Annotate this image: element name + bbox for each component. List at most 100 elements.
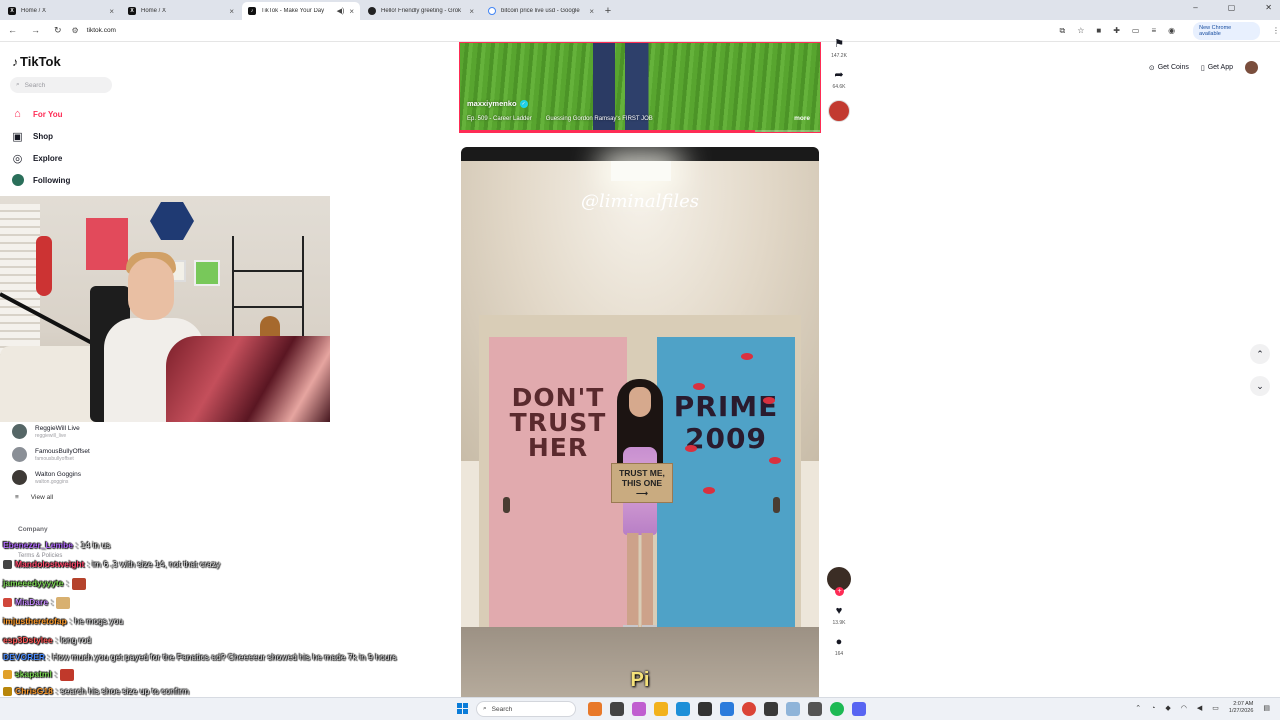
taskbar-search-placeholder: Search — [491, 705, 513, 713]
right-arrow-icon: ⟶ — [635, 488, 649, 498]
follow-plus-icon[interactable]: + — [835, 587, 844, 596]
battery-icon[interactable]: ▭ — [1212, 704, 1219, 712]
header-actions: ⊙ Get Coins ▯ Get App — [1149, 61, 1258, 74]
next-video-button[interactable]: ⌄ — [1250, 376, 1270, 396]
tiktok-logo[interactable]: ♪ TikTok — [12, 54, 61, 69]
sidebar-item-explore[interactable]: ◎ Explore — [11, 147, 70, 169]
browser-tab-google[interactable]: bitcoin price live usd - Google × — [482, 2, 600, 20]
sidebar-item-shop[interactable]: ▣ Shop — [11, 125, 70, 147]
more-button[interactable]: more — [794, 115, 810, 122]
share-count: 64.6K — [832, 84, 846, 90]
save-action[interactable]: ⚑ 147.2K — [826, 38, 852, 69]
windows-taskbar: ⌕ Search ⌃ ◔ ◆ ◠ ◀ ▭ 2:07 AM 1/27/2026 ▤ — [0, 697, 1280, 720]
taskbar-search-input[interactable]: ⌕ Search — [476, 701, 576, 717]
volume-icon[interactable]: ◀ — [1197, 704, 1202, 712]
bookmark-star-icon[interactable]: ☆ — [1077, 26, 1084, 35]
view-all-button[interactable]: ≡ View all — [15, 489, 90, 505]
account-handle: walton.goggins — [35, 478, 69, 485]
app-icon[interactable] — [786, 702, 800, 716]
profile-avatar[interactable] — [1245, 61, 1258, 74]
speaker-icon[interactable]: ◀) — [337, 7, 345, 15]
avatar — [12, 424, 27, 439]
search-input[interactable]: ⌕ Search — [10, 77, 112, 93]
minimize-icon[interactable]: – — [1193, 3, 1197, 12]
browser-tab-tiktok[interactable]: ♪ TikTok - Make Your Day ◀) × — [242, 2, 360, 20]
creator-avatar[interactable] — [828, 100, 850, 122]
close-tab-icon[interactable]: × — [469, 7, 474, 16]
chrome-icon[interactable] — [742, 702, 756, 716]
comment-action[interactable]: ● 164 — [826, 636, 852, 667]
x-logo-icon: X — [8, 7, 16, 15]
video-player-current[interactable]: @liminalfiles DON'T TRUST HER PRIME 2009… — [461, 147, 819, 707]
notifications-icon[interactable]: ▤ — [1263, 704, 1270, 712]
chat-message: Ebenezer_Lembe : 14 in us — [3, 536, 403, 555]
app-icon[interactable] — [808, 702, 822, 716]
following-account-item[interactable]: FamousBullyOffset famousbullyoffset — [12, 443, 90, 466]
discord-icon[interactable] — [852, 702, 866, 716]
url-field[interactable]: ⚙ tiktok.com — [72, 26, 1060, 35]
copilot-icon[interactable] — [632, 702, 646, 716]
browser-tab-x-2[interactable]: X Home / X × — [122, 2, 240, 20]
video-progress-bar[interactable] — [460, 130, 820, 132]
stream-chat-overlay: Ebenezer_Lembe : 14 in us Mandolostweigh… — [3, 536, 403, 701]
new-tab-button[interactable]: + — [600, 2, 616, 20]
video-player-previous[interactable]: maxxiymenko ✓ Ep. 509 - Career Ladder Gu… — [459, 42, 821, 133]
task-view-icon[interactable] — [610, 702, 624, 716]
app-icon[interactable] — [698, 702, 712, 716]
taskbar-clock[interactable]: 2:07 AM 1/27/2026 — [1229, 701, 1253, 715]
following-account-item[interactable]: ReggieWill Live reggiewill_live — [12, 420, 90, 443]
sidebar-item-following[interactable]: Following — [11, 169, 70, 191]
edge-icon[interactable] — [676, 702, 690, 716]
list-icon: ≡ — [15, 493, 19, 501]
close-tab-icon[interactable]: × — [229, 7, 234, 16]
share-action[interactable]: ➦ 64.6K — [826, 69, 852, 100]
comment-count: 164 — [834, 651, 844, 657]
wifi-icon[interactable]: ◠ — [1181, 704, 1187, 712]
sidebar-menu: ⌂ For You ▣ Shop ◎ Explore Following — [11, 103, 70, 191]
windows-start-icon[interactable] — [457, 703, 468, 714]
browser-tab-x-1[interactable]: X Home / X × — [2, 2, 120, 20]
reload-icon[interactable]: ↻ — [54, 25, 62, 36]
extensions-puzzle-icon[interactable]: ✚ — [1113, 26, 1120, 35]
close-tab-icon[interactable]: × — [109, 7, 114, 16]
obs-icon[interactable] — [764, 702, 778, 716]
video-username[interactable]: maxxiymenko ✓ — [467, 99, 528, 108]
close-window-icon[interactable]: ✕ — [1265, 3, 1272, 12]
tab-search-icon[interactable]: ≡ — [1151, 26, 1156, 35]
close-tab-icon[interactable]: × — [589, 7, 594, 16]
spotify-icon[interactable] — [830, 702, 844, 716]
chevron-up-icon[interactable]: ⌃ — [1135, 704, 1141, 712]
get-app-button[interactable]: ▯ Get App — [1201, 64, 1233, 72]
chat-text: : long rod — [55, 635, 92, 645]
profile-icon[interactable]: ◉ — [1168, 26, 1175, 35]
extension-icon[interactable]: ■ — [1096, 26, 1101, 35]
back-arrow-icon[interactable]: ← — [8, 25, 17, 36]
account-handle: reggiewill_live — [35, 432, 67, 439]
shop-bag-icon: ▣ — [12, 130, 23, 143]
new-chrome-available-button[interactable]: New Chrome available — [1193, 21, 1260, 40]
install-app-icon[interactable]: ⧉ — [1059, 26, 1065, 36]
creator-avatar[interactable]: + — [827, 567, 851, 596]
get-coins-button[interactable]: ⊙ Get Coins — [1149, 64, 1189, 72]
following-account-item[interactable]: Walton Goggins walton.goggins — [12, 466, 90, 489]
store-icon[interactable] — [720, 702, 734, 716]
file-explorer-icon[interactable] — [654, 702, 668, 716]
maximize-icon[interactable]: ▢ — [1228, 3, 1236, 12]
forward-arrow-icon[interactable]: → — [31, 25, 40, 36]
search-icon: ⌕ — [483, 705, 487, 712]
weather-app-icon[interactable] — [588, 702, 602, 716]
footer-company-link[interactable]: Company — [18, 526, 48, 533]
sign-text-line: TRUST ME, — [619, 468, 665, 478]
sidebar-item-for-you[interactable]: ⌂ For You — [11, 103, 70, 125]
door-text-line: TRUST — [509, 408, 607, 437]
app-tray-icon[interactable]: ◆ — [1165, 704, 1170, 712]
network-icon[interactable]: ◔ — [1151, 705, 1155, 712]
browser-tab-grok[interactable]: Hello! Friendly greeting - Grok × — [362, 2, 480, 20]
previous-video-button[interactable]: ⌃ — [1250, 344, 1270, 364]
like-action[interactable]: ♥ 13.9K — [826, 605, 852, 636]
get-app-label: Get App — [1207, 64, 1233, 71]
split-view-icon[interactable]: ▭ — [1132, 26, 1140, 35]
site-info-icon[interactable]: ⚙ — [72, 26, 79, 35]
menu-dots-icon[interactable]: ⋮ — [1272, 26, 1280, 35]
close-tab-icon[interactable]: × — [349, 7, 354, 16]
